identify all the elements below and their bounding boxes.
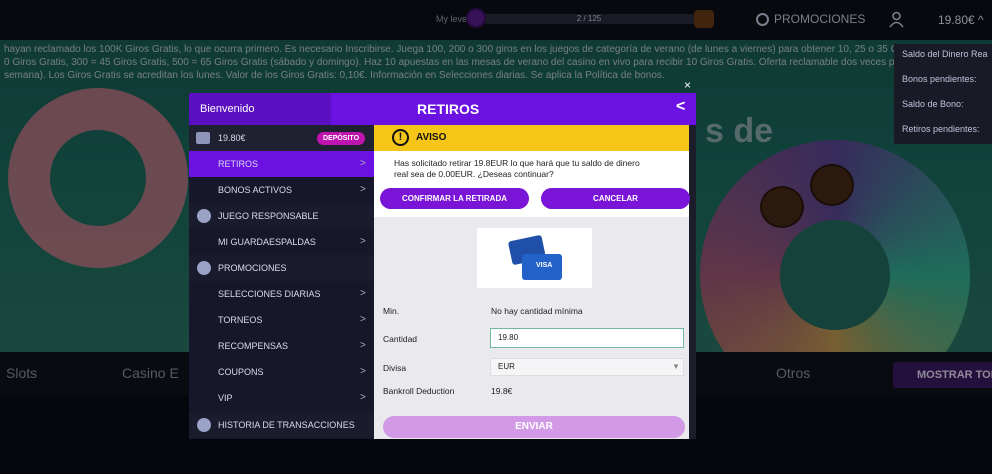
sidebar-item-label: VIP bbox=[218, 393, 233, 403]
sidebar-item-torneos[interactable]: TORNEOS > bbox=[189, 307, 374, 333]
balance-menu-item: Retiros pendientes: bbox=[902, 124, 980, 134]
sidebar-section-label: JUEGO RESPONSABLE bbox=[218, 211, 319, 221]
megaphone-icon bbox=[197, 261, 211, 275]
chevron-right-icon: > bbox=[360, 288, 366, 299]
modal-title: RETIROS bbox=[417, 101, 480, 117]
cancel-button[interactable]: CANCELAR bbox=[541, 188, 690, 209]
wallet-icon bbox=[196, 132, 210, 144]
sidebar-item-selecciones[interactable]: SELECCIONES DIARIAS > bbox=[189, 281, 374, 307]
withdraw-modal: Bienvenido RETIROS < 19.80€ DEPÓSITO RET… bbox=[189, 93, 696, 439]
sidebar-item-guardaespaldas[interactable]: MI GUARDAESPALDAS > bbox=[189, 229, 374, 255]
balance-menu-item: Saldo del Dinero Rea bbox=[902, 49, 988, 59]
visa-label: VISA bbox=[536, 262, 553, 269]
withdraw-form: VISA Min. No hay cantidad mínima Cantida… bbox=[374, 217, 689, 439]
currency-select[interactable]: EUR bbox=[490, 358, 684, 376]
confirm-withdrawal-button[interactable]: CONFIRMAR LA RETIRADA bbox=[380, 188, 529, 209]
sidebar-item-label: COUPONS bbox=[218, 367, 264, 377]
payment-method-card[interactable]: VISA bbox=[477, 228, 592, 288]
bankroll-value: 19.8€ bbox=[491, 386, 513, 396]
bankroll-label: Bankroll Deduction bbox=[383, 386, 455, 396]
warning-dialog: ! AVISO Has solicitado retirar 19.8EUR l… bbox=[374, 125, 690, 217]
chevron-right-icon: > bbox=[360, 366, 366, 377]
withdraw-content: ! AVISO Has solicitado retirar 19.8EUR l… bbox=[374, 125, 696, 439]
sidebar-item-label: BONOS ACTIVOS bbox=[218, 185, 293, 195]
balance-menu-item: Bonos pendientes: bbox=[902, 74, 977, 84]
warning-title: AVISO bbox=[416, 132, 447, 143]
amount-label: Cantidad bbox=[383, 334, 418, 344]
chevron-down-icon: ▼ bbox=[672, 362, 680, 371]
shield-icon bbox=[197, 209, 211, 223]
balance-menu: Saldo del Dinero Rea Bonos pendientes: S… bbox=[894, 44, 992, 144]
back-chevron-icon[interactable]: < bbox=[676, 98, 685, 116]
chevron-right-icon: > bbox=[360, 184, 366, 195]
history-icon bbox=[197, 418, 211, 432]
sidebar-item-retiros[interactable]: RETIROS > bbox=[189, 151, 374, 177]
amount-input[interactable]: 19.80 bbox=[490, 328, 684, 348]
sidebar-item-bonos-activos[interactable]: BONOS ACTIVOS > bbox=[189, 177, 374, 203]
min-label: Min. bbox=[383, 306, 400, 316]
sidebar-item-historia[interactable]: HISTORIA DE TRANSACCIONES bbox=[189, 412, 374, 438]
min-value: No hay cantidad mínima bbox=[491, 306, 583, 316]
sidebar-item-label: RECOMPENSAS bbox=[218, 341, 289, 351]
account-sidebar: 19.80€ DEPÓSITO RETIROS > BONOS ACTIVOS > … bbox=[189, 125, 374, 439]
welcome-text: Bienvenido bbox=[200, 103, 255, 115]
sidebar-item-coupons[interactable]: COUPONS > bbox=[189, 359, 374, 385]
chevron-right-icon: > bbox=[360, 236, 366, 247]
deposit-button[interactable]: DEPÓSITO bbox=[317, 132, 365, 145]
sidebar-balance-value: 19.80€ bbox=[218, 133, 246, 143]
balance-menu-item: Saldo de Bono: bbox=[902, 99, 964, 109]
chevron-right-icon: > bbox=[360, 392, 366, 403]
sidebar-item-label: HISTORIA DE TRANSACCIONES bbox=[218, 420, 355, 430]
submit-button[interactable]: ENVIAR bbox=[383, 416, 685, 438]
sidebar-item-recompensas[interactable]: RECOMPENSAS > bbox=[189, 333, 374, 359]
sidebar-section-juego-responsable: JUEGO RESPONSABLE bbox=[189, 203, 374, 229]
warning-icon: ! bbox=[392, 129, 409, 146]
warning-message: Has solicitado retirar 19.8EUR lo que ha… bbox=[394, 158, 640, 179]
sidebar-item-vip[interactable]: VIP > bbox=[189, 385, 374, 411]
sidebar-section-label: PROMOCIONES bbox=[218, 263, 287, 273]
sidebar-section-promociones: PROMOCIONES bbox=[189, 255, 374, 281]
sidebar-item-label: RETIROS bbox=[218, 159, 259, 169]
currency-label: Divisa bbox=[383, 363, 407, 373]
sidebar-balance: 19.80€ DEPÓSITO bbox=[189, 125, 374, 151]
chevron-right-icon: > bbox=[360, 340, 366, 351]
sidebar-item-label: MI GUARDAESPALDAS bbox=[218, 237, 316, 247]
sidebar-item-label: TORNEOS bbox=[218, 315, 263, 325]
chevron-right-icon: > bbox=[360, 314, 366, 325]
sidebar-item-label: SELECCIONES DIARIAS bbox=[218, 289, 321, 299]
close-icon[interactable]: × bbox=[684, 78, 691, 92]
chevron-right-icon: > bbox=[360, 158, 366, 169]
